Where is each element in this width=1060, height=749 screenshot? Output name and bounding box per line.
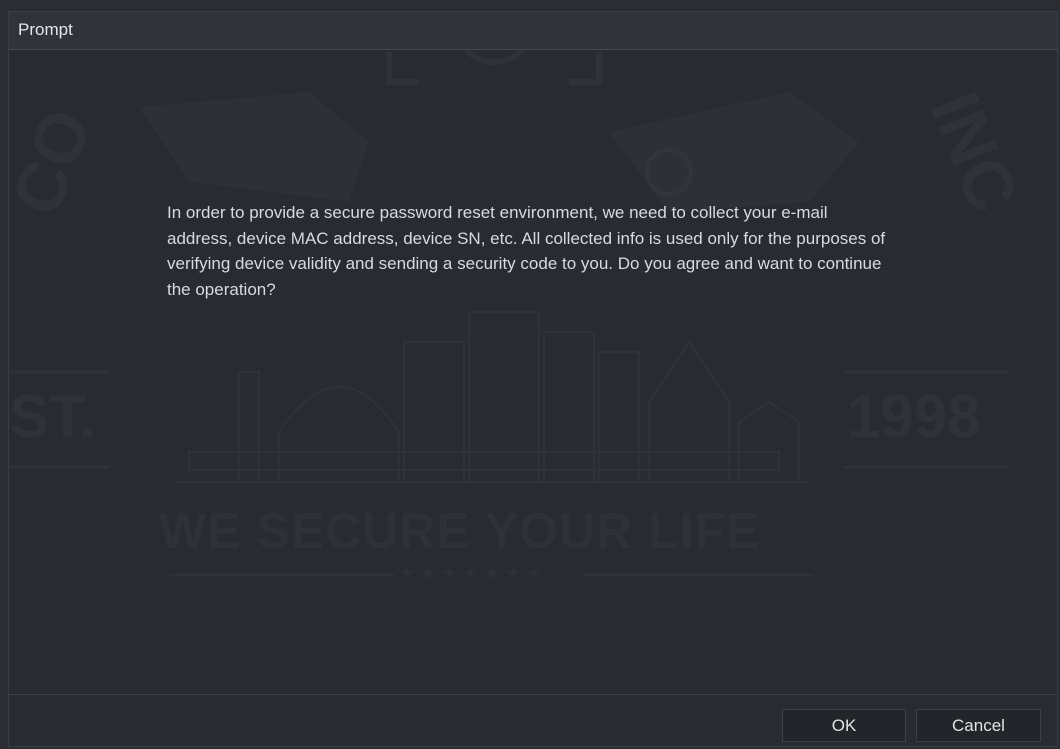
watermark-est: ST. (9, 383, 96, 450)
footer-divider (9, 694, 1057, 695)
watermark-slogan: WE SECURE YOUR LIFE (159, 503, 761, 559)
watermark-rule-right (584, 574, 814, 576)
watermark-rule-left (169, 574, 394, 576)
dialog-titlebar: Prompt (9, 12, 1057, 50)
cancel-button[interactable]: Cancel (916, 709, 1041, 742)
watermark-stars: ★ ★ ★ ★ ★ ★ ★ (399, 563, 542, 583)
ok-button[interactable]: OK (782, 709, 906, 742)
watermark-graphic (9, 12, 1009, 483)
dialog-message: In order to provide a secure password re… (167, 203, 886, 299)
prompt-dialog: ST. 1998 INC CO WE SECURE YOUR LIFE ★ ★ … (8, 11, 1058, 747)
watermark-year: 1998 (847, 383, 981, 450)
dialog-title: Prompt (18, 20, 73, 39)
